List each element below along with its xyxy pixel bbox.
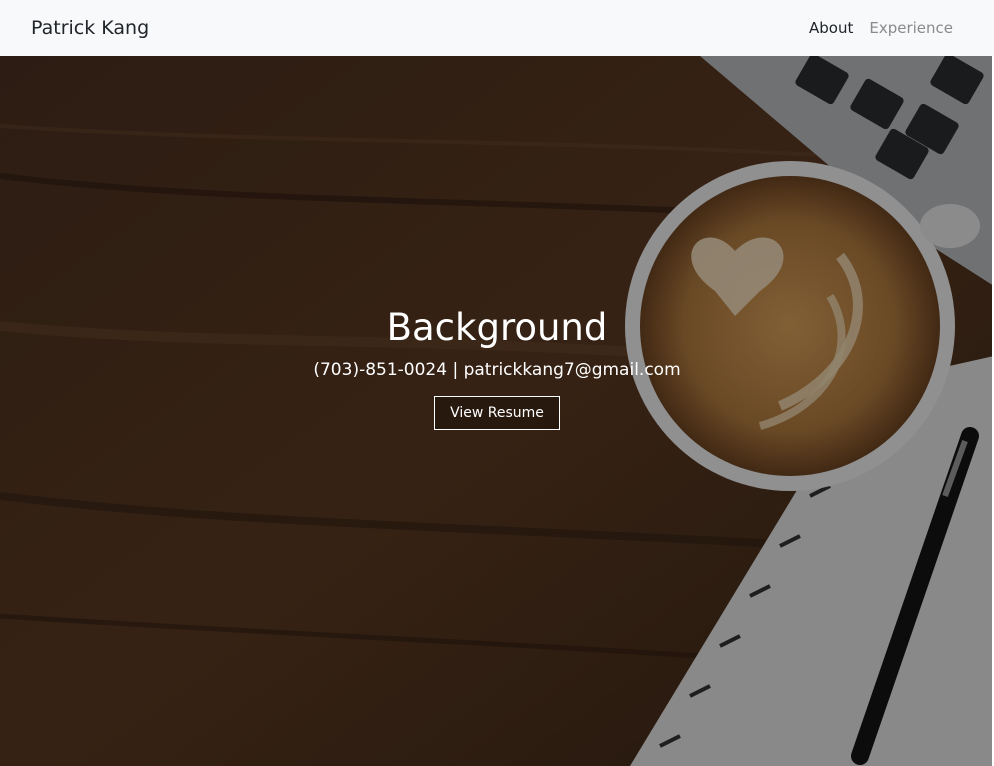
brand-link[interactable]: Patrick Kang [31,17,149,39]
nav-link-about[interactable]: About [809,19,853,37]
nav-link-experience[interactable]: Experience [869,19,953,37]
hero-content: Background (703)-851-0024 | patrickkang7… [0,306,994,431]
hero-contact-info: (703)-851-0024 | patrickkang7@gmail.com [313,360,681,381]
view-resume-button[interactable]: View Resume [434,396,560,431]
hero-title: Background [386,306,608,349]
hero-section: Background (703)-851-0024 | patrickkang7… [0,56,994,766]
nav-links: About Experience [809,19,953,37]
top-navbar: Patrick Kang About Experience [0,0,994,56]
